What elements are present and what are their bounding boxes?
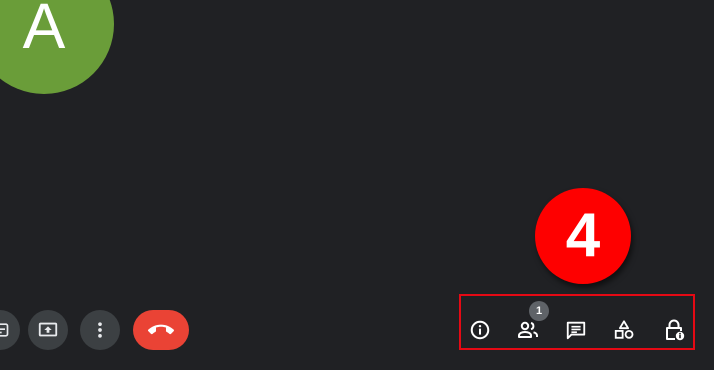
chat-button[interactable] (558, 312, 594, 348)
people-icon (518, 321, 538, 338)
activities-button[interactable] (606, 312, 642, 348)
more-options-button[interactable] (80, 310, 120, 350)
info-icon (470, 320, 490, 340)
activities-icon (614, 320, 634, 339)
host-controls-icon (666, 319, 685, 341)
present-screen-icon (38, 322, 58, 337)
meeting-details-button[interactable] (462, 312, 498, 348)
chat-icon (566, 321, 586, 340)
step-number: 4 (565, 201, 601, 270)
host-controls-button[interactable] (656, 312, 692, 348)
meeting-stage: A 4 1 (0, 0, 714, 370)
participant-count-badge: 1 (529, 301, 549, 321)
present-now-button[interactable] (28, 310, 68, 350)
leave-call-button[interactable] (133, 310, 189, 350)
captions-icon (0, 323, 9, 337)
captions-button[interactable] (0, 310, 20, 350)
participant-avatar: A (0, 0, 114, 94)
step-number-badge: 4 (535, 188, 631, 284)
more-options-icon (98, 322, 102, 338)
avatar-initial: A (22, 0, 66, 62)
leave-call-icon (148, 324, 174, 335)
